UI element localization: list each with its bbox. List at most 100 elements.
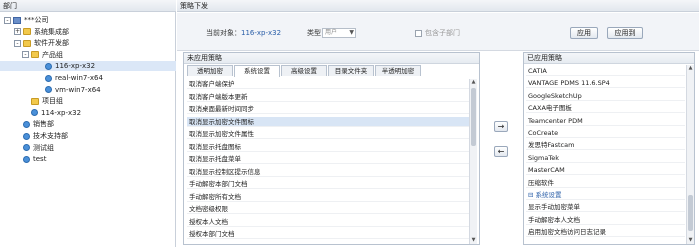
tree-node[interactable]: - ***公司 bbox=[4, 15, 49, 25]
list-item-label: MasterCAM bbox=[528, 166, 565, 175]
move-right-button[interactable]: → bbox=[494, 121, 508, 132]
tree-node[interactable]: 技术支持部 bbox=[14, 131, 68, 141]
scroll-thumb[interactable] bbox=[688, 195, 693, 231]
folder-icon bbox=[31, 97, 39, 105]
unapplied-policy-list: 取消客户端保护 取消客户端版本更新 取消桌面最新时间同步 取消显示加密文件图标 取消显示… bbox=[187, 79, 470, 244]
list-item[interactable]: 启用加密文档访问日志记录 bbox=[526, 227, 685, 238]
tree-node[interactable]: real-win7-x64 bbox=[36, 73, 103, 83]
list-item-label: CATIA bbox=[528, 67, 547, 75]
tree-node-label: real-win7-x64 bbox=[55, 74, 103, 82]
tree-node[interactable]: test bbox=[14, 154, 46, 164]
list-item-label: 压缩软件 bbox=[528, 178, 554, 187]
list-item-label: 系统设置 bbox=[535, 191, 562, 199]
collapse-icon[interactable]: - bbox=[14, 39, 21, 47]
policy-panel-title: 策略下发 bbox=[177, 0, 699, 12]
move-left-button[interactable]: ← bbox=[494, 146, 508, 157]
applied-scrollbar[interactable]: ▲ ▼ bbox=[686, 65, 694, 244]
unapplied-scrollbar[interactable]: ▲ ▼ bbox=[469, 79, 477, 244]
tree-node-label: 销售部 bbox=[33, 120, 54, 129]
list-item[interactable]: Teamcenter PDM bbox=[526, 116, 685, 126]
expand-icon[interactable]: + bbox=[14, 28, 21, 36]
list-item[interactable]: CoCreate bbox=[526, 128, 685, 138]
folder-icon bbox=[31, 51, 39, 59]
list-group-header[interactable]: ⊟ 系统设置 bbox=[526, 190, 685, 200]
current-object-value: 116-xp-x32 bbox=[241, 29, 282, 37]
tree-node[interactable]: - 产品组 bbox=[22, 50, 63, 60]
list-item-label: VANTAGE PDMS 11.6.SP4 bbox=[528, 79, 610, 88]
scroll-down-icon[interactable]: ▼ bbox=[687, 237, 694, 244]
list-item[interactable]: VANTAGE PDMS 11.6.SP4 bbox=[526, 78, 685, 89]
policy-tab[interactable]: 目录文件夹 bbox=[328, 65, 374, 76]
list-item[interactable]: 显示手动加密菜单 bbox=[526, 202, 685, 213]
list-item[interactable]: GoogleSketchUp bbox=[526, 91, 685, 101]
list-item[interactable]: 取消显示加密文件图标 bbox=[187, 116, 469, 127]
list-item[interactable]: 文档密级权限 bbox=[187, 204, 469, 214]
list-item[interactable]: 取消显示托盘图标 bbox=[187, 142, 469, 152]
list-item[interactable]: 取消桌面最新时间同步 bbox=[187, 104, 469, 114]
scroll-down-icon[interactable]: ▼ bbox=[470, 237, 477, 244]
arrow-left-icon: ← bbox=[497, 147, 505, 156]
user-icon bbox=[23, 120, 30, 128]
tree-node[interactable]: 测试组 bbox=[14, 143, 54, 153]
unapplied-policy-box: 未应用策略 透明加密 系统设置 高级设置 目录文件夹 半透明加密 取消客户端保护 取消客户… bbox=[183, 52, 480, 245]
applied-policy-title: 已应用策略 bbox=[524, 53, 694, 64]
list-item[interactable]: SigmaTek bbox=[526, 153, 685, 163]
policy-panel: 策略下发 当前对象： 116-xp-x32 类型 用户 ▼ 包含子部门 应用 应… bbox=[177, 0, 699, 247]
tree-node[interactable]: - 软件开发部 bbox=[14, 38, 69, 48]
apply-button[interactable]: 应用 bbox=[570, 27, 598, 39]
tree-node-label: test bbox=[33, 155, 47, 164]
tree-node[interactable]: vm-win7-x64 bbox=[36, 85, 101, 95]
list-item[interactable]: 取消客户端版本更新 bbox=[187, 92, 469, 102]
tree-node[interactable]: 销售部 bbox=[14, 119, 54, 129]
apply-to-button[interactable]: 应用到 bbox=[607, 27, 643, 39]
policy-tab[interactable]: 系统设置 bbox=[234, 65, 280, 77]
list-item-label: 手动解密本人文档 bbox=[528, 215, 580, 224]
list-item[interactable]: 授权本部门文档 bbox=[187, 229, 469, 239]
list-item[interactable]: 取消显示控制区提示信息 bbox=[187, 167, 469, 177]
type-select[interactable]: 用户 ▼ bbox=[322, 28, 356, 38]
collapse-icon[interactable]: ⊟ bbox=[528, 191, 536, 199]
list-item[interactable]: 发思特Fastcam bbox=[526, 140, 685, 151]
list-item[interactable]: CATIA bbox=[526, 66, 685, 76]
tree-node[interactable]: 114-xp-x32 bbox=[22, 108, 81, 118]
tree-node[interactable]: 116-xp-x32 bbox=[0, 61, 176, 72]
folder-icon bbox=[23, 39, 31, 47]
tree-node-label: 技术支持部 bbox=[33, 132, 68, 140]
user-icon bbox=[23, 155, 30, 163]
list-item[interactable]: MasterCAM bbox=[526, 165, 685, 176]
list-item[interactable]: 手动解密本人文档 bbox=[526, 215, 685, 225]
policy-tab[interactable]: 高级设置 bbox=[281, 65, 327, 76]
applied-policy-box: 已应用策略 CATIA VANTAGE PDMS 11.6.SP4 GoogleSk… bbox=[523, 52, 695, 245]
list-item[interactable]: 授权本人文档 bbox=[187, 217, 469, 227]
current-object-label: 当前对象： bbox=[206, 29, 241, 37]
policy-tab[interactable]: 透明加密 bbox=[187, 65, 233, 76]
user-icon bbox=[23, 132, 30, 140]
include-sub-checkbox[interactable] bbox=[415, 30, 422, 37]
tree-node-label: ***公司 bbox=[24, 16, 49, 24]
list-item-label: SigmaTek bbox=[528, 153, 560, 162]
list-item[interactable]: 手动解密所有文档 bbox=[187, 192, 469, 202]
department-panel: 部门 - ***公司 + 系统集成部 - 软件开发部 - 产品组 116-xp-x32 real-… bbox=[0, 0, 176, 247]
policy-tab[interactable]: 半透明加密 bbox=[375, 65, 421, 76]
list-item[interactable]: 取消显示加密文件属性 bbox=[187, 129, 469, 139]
list-item[interactable]: 压缩软件 bbox=[526, 178, 685, 188]
tree-node-label: 产品组 bbox=[42, 50, 63, 59]
tree-node[interactable]: + 系统集成部 bbox=[14, 27, 69, 37]
list-item[interactable]: 取消显示托盘菜单 bbox=[187, 154, 469, 164]
scroll-up-icon[interactable]: ▲ bbox=[687, 65, 694, 72]
list-item[interactable]: 取消客户端保护 bbox=[187, 79, 469, 89]
user-icon bbox=[23, 144, 30, 152]
list-item[interactable]: 手动解密本部门文档 bbox=[187, 179, 469, 189]
collapse-icon[interactable]: - bbox=[22, 51, 29, 59]
user-icon bbox=[45, 74, 52, 82]
scroll-up-icon[interactable]: ▲ bbox=[470, 79, 477, 86]
collapse-icon[interactable]: - bbox=[4, 16, 11, 24]
list-item-label: GoogleSketchUp bbox=[528, 91, 582, 100]
company-icon bbox=[13, 16, 21, 24]
tree-node[interactable]: 项目组 bbox=[22, 96, 63, 106]
list-item-label: 显示手动加密菜单 bbox=[528, 203, 580, 212]
scroll-thumb[interactable] bbox=[471, 88, 476, 146]
list-item-label: Teamcenter PDM bbox=[528, 116, 583, 125]
list-item[interactable]: CAXA电子图板 bbox=[526, 103, 685, 114]
unapplied-policy-title: 未应用策略 bbox=[184, 53, 479, 64]
